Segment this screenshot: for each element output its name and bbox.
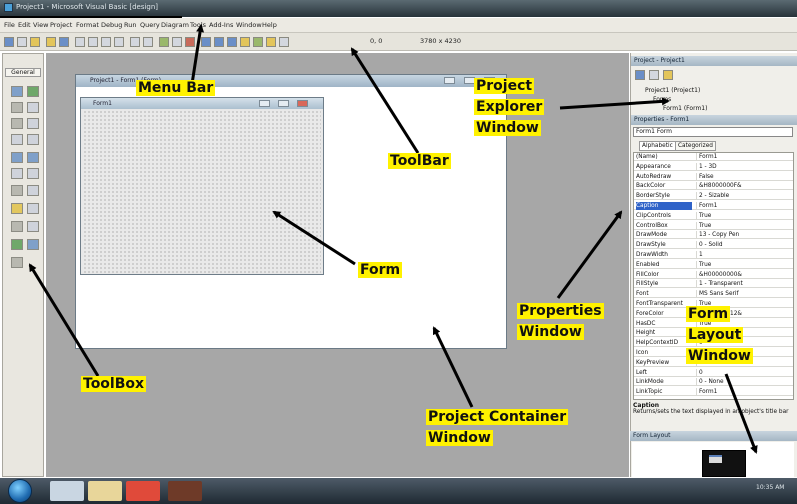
annotation-project-container-line1: Project Container	[426, 409, 569, 425]
arrow-toolbox	[28, 263, 100, 377]
arrow-properties	[556, 210, 623, 299]
arrow-menu-bar	[190, 24, 205, 85]
arrow-form	[272, 210, 356, 266]
arrow-toolbar	[350, 47, 420, 154]
annotation-arrows	[28, 24, 758, 454]
annotation-project-explorer-line3: Window	[474, 120, 541, 136]
arrow-project-explorer	[559, 97, 670, 110]
annotation-menu-bar: Menu Bar	[136, 80, 216, 96]
annotation-project-explorer-line2: Explorer	[474, 99, 545, 115]
annotation-form-layout-line1: Form	[686, 306, 731, 322]
annotation-toolbar: ToolBar	[388, 153, 451, 169]
arrow-project-container	[432, 326, 474, 408]
annotation-form-layout-line2: Layout	[686, 327, 744, 343]
annotation-form: Form	[358, 262, 403, 278]
annotation-form-layout-line3: Window	[686, 348, 753, 364]
annotation-project-container-line2: Window	[426, 430, 493, 446]
annotation-toolbox: ToolBox	[81, 376, 147, 392]
arrow-form-layout	[724, 373, 758, 454]
annotation-properties-line2: Window	[517, 324, 584, 340]
annotation-project-explorer-line1: Project	[474, 78, 535, 94]
annotation-properties-line1: Properties	[517, 303, 604, 319]
